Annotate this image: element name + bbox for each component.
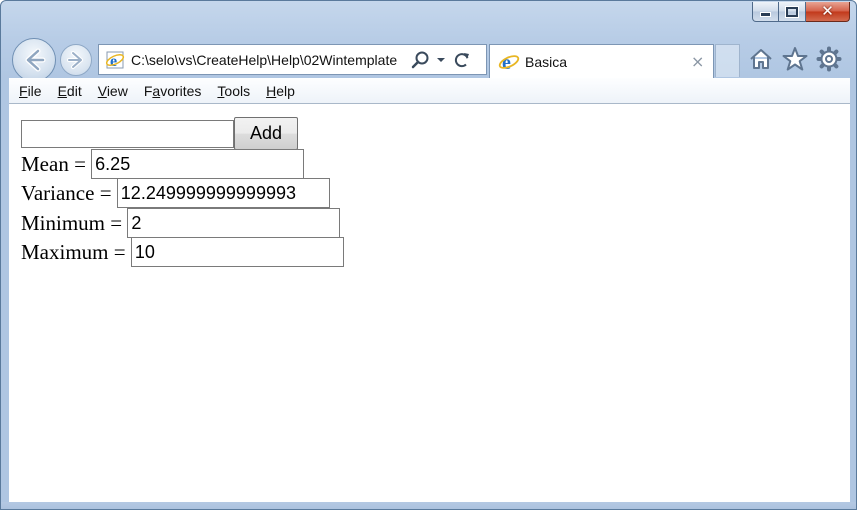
variance-field[interactable] [116, 178, 330, 208]
minimum-field[interactable] [127, 208, 341, 238]
mean-label: Mean = [21, 151, 92, 176]
back-button[interactable] [12, 38, 56, 82]
maximum-row: Maximum = [21, 237, 344, 267]
add-row: Add [21, 117, 298, 150]
mean-row: Mean = [21, 149, 305, 179]
favorites-star-icon [782, 47, 808, 71]
menu-favorites[interactable]: Favorites [144, 83, 202, 99]
caption-buttons: ✕ [752, 2, 850, 22]
search-icon[interactable] [410, 50, 430, 70]
window-bottom-border [1, 502, 856, 509]
maximum-label: Maximum = [21, 239, 131, 264]
tab-basica[interactable]: e Basica × [489, 44, 714, 78]
ie-logo-icon: e [498, 51, 520, 73]
maximize-icon [786, 6, 798, 17]
add-button[interactable]: Add [234, 117, 298, 150]
tools-button[interactable] [815, 45, 843, 73]
maximum-field[interactable] [130, 237, 344, 267]
minimize-button[interactable] [752, 2, 779, 22]
forward-arrow-icon [67, 51, 83, 69]
maximize-button[interactable] [779, 2, 806, 22]
number-input[interactable] [21, 119, 234, 148]
dropdown-arrow-icon[interactable] [436, 50, 446, 70]
menu-tools[interactable]: Tools [217, 83, 250, 99]
tab-title: Basica [525, 53, 568, 70]
tab-close-icon[interactable]: × [691, 52, 704, 71]
forward-button[interactable] [60, 44, 92, 76]
home-button[interactable] [747, 45, 775, 73]
back-arrow-icon [25, 48, 46, 72]
menu-edit[interactable]: Edit [58, 83, 82, 99]
menu-bar: File Edit View Favorites Tools Help [9, 78, 850, 104]
menu-help[interactable]: Help [266, 83, 295, 99]
minimize-icon [760, 12, 771, 17]
ie-logo-icon: e [105, 50, 127, 70]
address-bar[interactable]: e C:\selo\vs\CreateHelp\Help\02Wintempla… [98, 44, 487, 75]
refresh-icon[interactable] [452, 50, 472, 70]
address-actions [410, 50, 472, 70]
mean-field[interactable] [91, 149, 305, 179]
address-url[interactable]: C:\selo\vs\CreateHelp\Help\02Wintemplate [131, 52, 406, 68]
close-window-button[interactable]: ✕ [806, 2, 850, 22]
gear-icon [816, 46, 842, 72]
page-content: Add Mean = Variance = Minimum = Maximum … [9, 104, 850, 502]
browser-window: ✕ e C:\selo\vs\CreateHelp\Help\02Wintemp… [0, 0, 857, 510]
variance-row: Variance = [21, 178, 330, 208]
favorites-button[interactable] [781, 45, 809, 73]
menu-view[interactable]: View [98, 83, 128, 99]
new-tab-button[interactable] [715, 44, 740, 77]
variance-label: Variance = [21, 180, 117, 205]
menu-file[interactable]: File [19, 83, 42, 99]
minimum-row: Minimum = [21, 208, 341, 238]
close-icon: ✕ [821, 2, 834, 20]
home-icon [750, 49, 772, 69]
toolbar-icons [747, 45, 843, 73]
minimum-label: Minimum = [21, 210, 128, 235]
svg-text:e: e [502, 52, 511, 73]
